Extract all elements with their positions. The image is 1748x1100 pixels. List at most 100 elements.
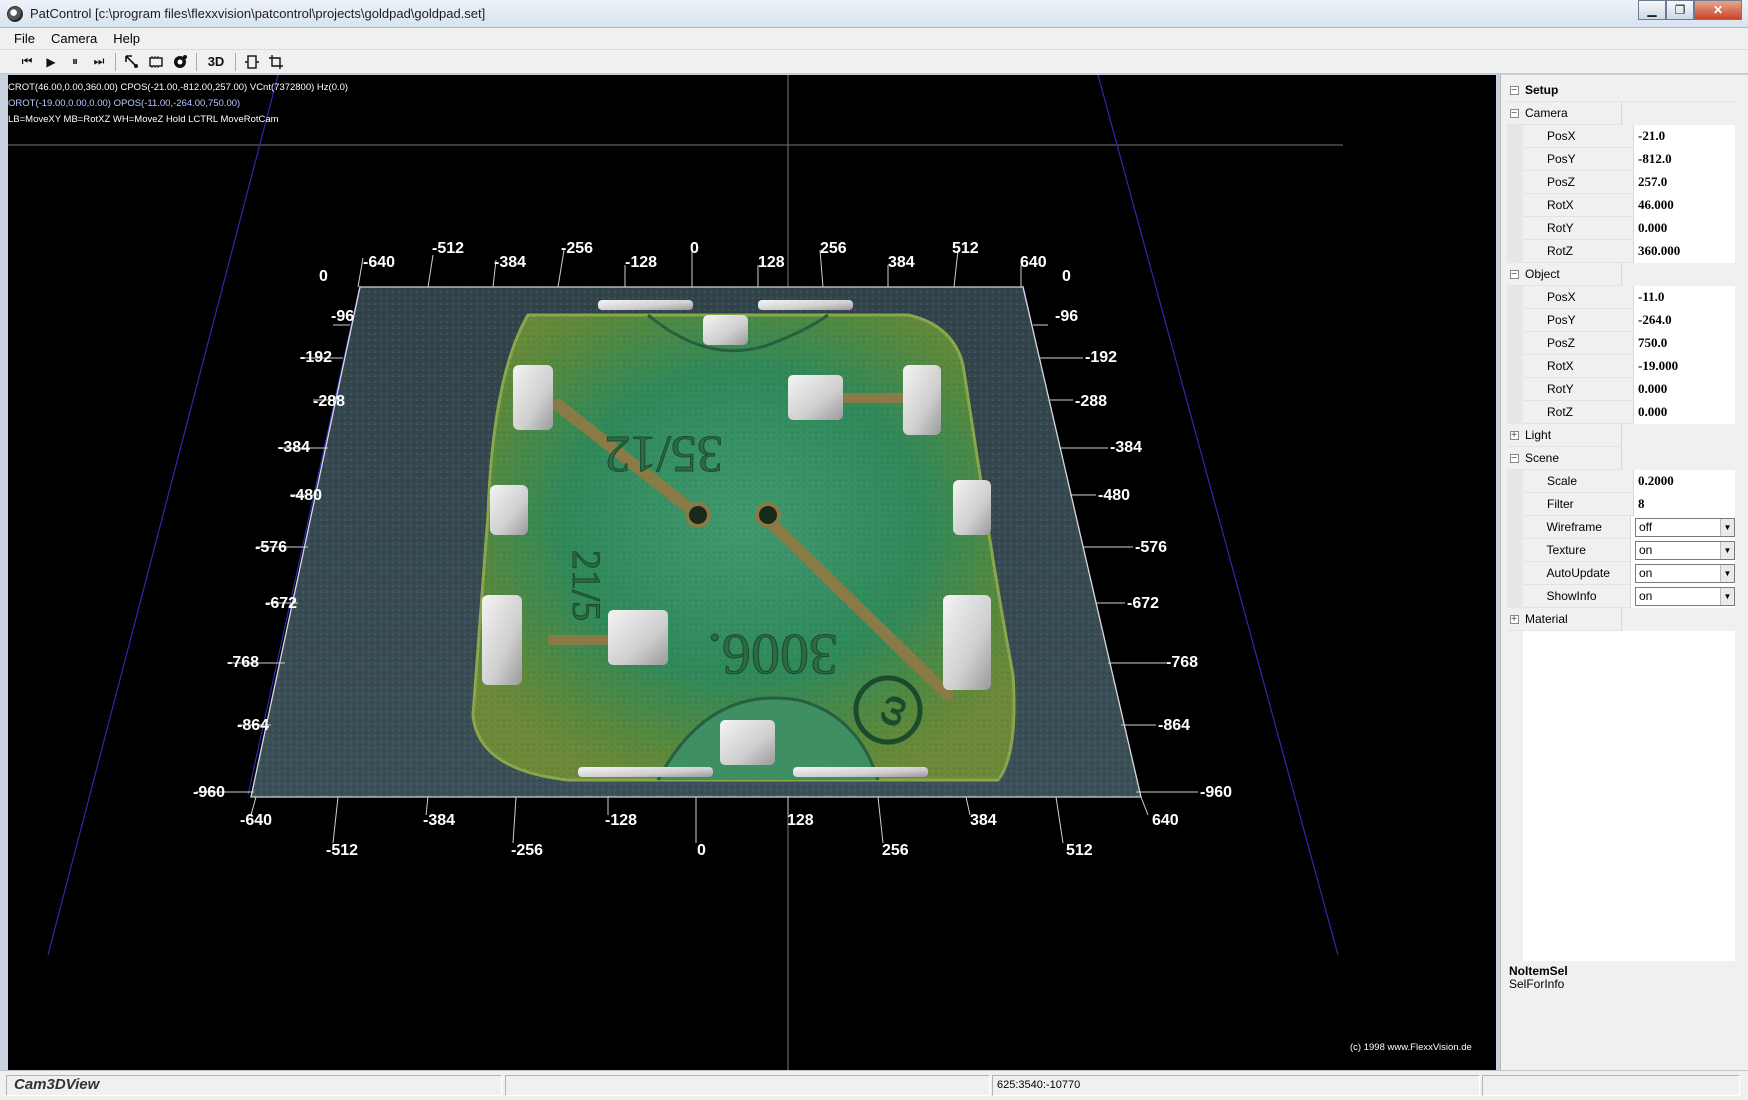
texture-select[interactable]: on ▼ [1635,540,1735,560]
collapse-icon[interactable]: − [1509,453,1519,463]
prop-row[interactable]: Filter 8 [1507,492,1735,516]
group-label: Light [1525,428,1552,442]
prop-row[interactable]: Wireframe off ▼ [1507,515,1735,539]
crop-icon[interactable] [265,52,287,72]
prop-row[interactable]: AutoUpdate on ▼ [1507,561,1735,585]
prop-value[interactable]: 257.0 [1633,170,1735,194]
chevron-down-icon[interactable]: ▼ [1720,541,1734,559]
prop-name: PosZ [1547,336,1576,350]
collapse-icon[interactable]: − [1509,269,1519,279]
prop-name: AutoUpdate [1546,566,1610,580]
prop-value[interactable]: 0.2000 [1633,469,1735,493]
fit-view-icon[interactable] [241,52,263,72]
axis-label: -96 [331,308,354,325]
expand-icon[interactable]: + [1509,430,1519,440]
menu-camera[interactable]: Camera [43,28,105,49]
close-button[interactable]: ✕ [1694,0,1742,20]
chip-pad [953,480,991,535]
prop-row[interactable]: ShowInfo on ▼ [1507,584,1735,608]
prop-row[interactable]: PosZ 750.0 [1507,331,1735,355]
prop-row[interactable]: PosX -21.0 [1507,124,1735,148]
group-scene[interactable]: − Scene [1507,446,1735,470]
chip-pad [578,767,713,777]
axis-label: -256 [561,240,593,257]
axis-label: 640 [1020,254,1047,271]
chevron-down-icon[interactable]: ▼ [1720,587,1734,605]
prop-value[interactable]: -19.000 [1633,354,1735,378]
prop-row[interactable]: RotY 0.000 [1507,377,1735,401]
axis-label: -128 [605,812,637,829]
axis-label: -384 [1110,439,1142,456]
chip-marking: 35/12 [605,425,723,482]
group-light[interactable]: + Light [1507,423,1735,447]
group-material[interactable]: + Material [1507,607,1735,631]
prop-value[interactable]: 750.0 [1633,331,1735,355]
cam-3d-view[interactable]: 35/12 3006. 21/5 ω 0 -640 -512 -384 -256… [8,75,1496,1070]
prop-value[interactable]: 8 [1633,492,1735,516]
prop-row[interactable]: RotX 46.000 [1507,193,1735,217]
prop-row[interactable]: PosX -11.0 [1507,285,1735,309]
select-tool-icon[interactable] [121,52,143,72]
skip-back-button[interactable]: ⏮ [16,52,38,72]
prop-row[interactable]: PosY -264.0 [1507,308,1735,332]
prop-name: RotY [1547,382,1574,396]
prop-value[interactable]: -21.0 [1633,124,1735,148]
chip-pad [482,595,522,685]
chip-pad [608,610,668,665]
collapse-icon[interactable]: − [1509,108,1519,118]
prop-value[interactable]: -812.0 [1633,147,1735,171]
axis-label: -384 [278,439,310,456]
autoupdate-select[interactable]: on ▼ [1635,563,1735,583]
selection-info: NoItemSel SelForInfo [1509,965,1568,991]
pause-button[interactable]: ⏸ [64,52,86,72]
prop-value[interactable]: 0.000 [1633,400,1735,424]
axis-label: -384 [494,254,526,271]
film-icon[interactable] [145,52,167,72]
prop-value[interactable]: -264.0 [1633,308,1735,332]
axis-label: 0 [1062,268,1071,285]
menu-file[interactable]: File [6,28,43,49]
status-coords: 625:3540:-10770 [992,1075,1480,1096]
prop-value[interactable]: 46.000 [1633,193,1735,217]
play-button[interactable]: ▶ [40,52,62,72]
prop-name: ShowInfo [1546,589,1597,603]
info-help-line: LB=MoveXY MB=RotXZ WH=MoveZ Hold LCTRL M… [8,114,279,125]
axis-label: -672 [1127,595,1159,612]
prop-row[interactable]: RotZ 360.000 [1507,239,1735,263]
prop-value[interactable]: 0.000 [1633,216,1735,240]
expand-icon[interactable]: + [1509,614,1519,624]
group-label: Material [1525,612,1568,626]
group-object[interactable]: − Object [1507,262,1735,286]
group-camera[interactable]: − Camera [1507,101,1735,125]
axis-label: -576 [255,539,287,556]
maximize-button[interactable]: ❐ [1666,0,1694,20]
group-setup[interactable]: − Setup [1507,79,1735,102]
axis-label: 256 [882,842,909,859]
prop-row[interactable]: Scale 0.2000 [1507,469,1735,493]
app-icon[interactable] [7,6,23,22]
prop-row[interactable]: RotY 0.000 [1507,216,1735,240]
prop-row[interactable]: PosZ 257.0 [1507,170,1735,194]
3d-scene: 35/12 3006. 21/5 ω 0 -640 -512 -384 -256… [8,75,1343,1070]
prop-row[interactable]: RotZ 0.000 [1507,400,1735,424]
wireframe-select[interactable]: off ▼ [1635,517,1735,537]
chevron-down-icon[interactable]: ▼ [1720,518,1734,536]
prop-row[interactable]: PosY -812.0 [1507,147,1735,171]
skip-forward-button[interactable]: ⏭ [88,52,110,72]
minimize-button[interactable]: ▁ [1638,0,1666,20]
collapse-icon[interactable]: − [1509,85,1519,95]
showinfo-select[interactable]: on ▼ [1635,586,1735,606]
prop-row[interactable]: Texture on ▼ [1507,538,1735,562]
camera-settings-icon[interactable] [169,52,191,72]
prop-value[interactable]: 360.000 [1633,239,1735,263]
toolbar: ⏮ ▶ ⏸ ⏭ 3D [0,50,1748,74]
chevron-down-icon[interactable]: ▼ [1720,564,1734,582]
menu-help[interactable]: Help [105,28,148,49]
prop-value[interactable]: 0.000 [1633,377,1735,401]
prop-value[interactable]: -11.0 [1633,285,1735,309]
prop-row[interactable]: RotX -19.000 [1507,354,1735,378]
chip-pad [788,375,843,420]
axis-label: -960 [193,784,225,801]
3d-view-button[interactable]: 3D [202,52,230,72]
prop-name: Scale [1547,474,1578,488]
